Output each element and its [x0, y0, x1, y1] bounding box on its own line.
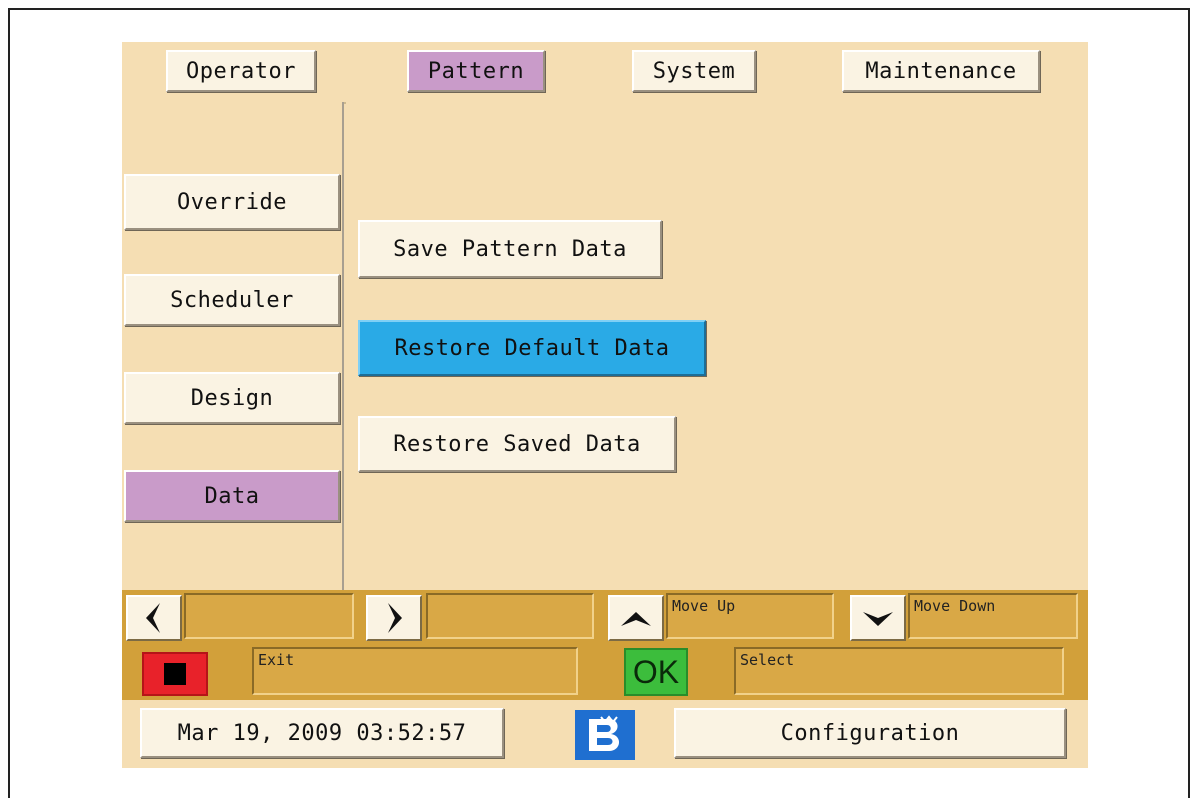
restore-saved-data-button[interactable]: Restore Saved Data — [358, 416, 676, 472]
action-bar: Exit OK Select — [122, 644, 1088, 700]
datetime-display: Mar 19, 2009 03:52:57 — [140, 708, 504, 758]
tab-maintenance[interactable]: Maintenance — [842, 50, 1040, 92]
move-left-button[interactable] — [126, 595, 182, 641]
arrow-down-icon — [863, 612, 893, 626]
right-field — [426, 593, 594, 639]
move-down-button[interactable] — [850, 595, 906, 641]
sidebar-item-scheduler[interactable]: Scheduler — [124, 274, 340, 326]
top-tab-bar: Operator Pattern System Maintenance — [122, 42, 1088, 104]
tab-operator[interactable]: Operator — [166, 50, 316, 92]
arrow-left-icon — [146, 603, 160, 633]
move-down-field: Move Down — [908, 593, 1078, 639]
select-field: Select — [734, 647, 1064, 695]
exit-field: Exit — [252, 647, 578, 695]
exit-button[interactable] — [142, 652, 208, 696]
arrow-right-icon — [388, 603, 402, 633]
sidebar: Override Scheduler Design Data — [122, 102, 344, 590]
tab-system[interactable]: System — [632, 50, 756, 92]
sidebar-item-data[interactable]: Data — [124, 470, 340, 522]
logo-glyph — [589, 715, 620, 751]
sidebar-item-override[interactable]: Override — [124, 174, 340, 230]
left-field — [184, 593, 354, 639]
restore-default-data-button[interactable]: Restore Default Data — [358, 320, 706, 376]
sidebar-item-design[interactable]: Design — [124, 372, 340, 424]
stop-icon — [164, 663, 186, 685]
arrow-up-icon — [621, 612, 651, 626]
status-bar: Mar 19, 2009 03:52:57 Configuration — [122, 700, 1088, 768]
brand-logo-icon — [575, 710, 635, 760]
hmi-screen: Operator Pattern System Maintenance Over… — [122, 42, 1088, 768]
move-up-field: Move Up — [666, 593, 834, 639]
move-right-button[interactable] — [366, 595, 422, 641]
move-up-button[interactable] — [608, 595, 664, 641]
configuration-button[interactable]: Configuration — [674, 708, 1066, 758]
navigation-bar: Move Up Move Down — [122, 590, 1088, 644]
save-pattern-data-button[interactable]: Save Pattern Data — [358, 220, 662, 278]
tab-pattern[interactable]: Pattern — [407, 50, 545, 92]
ok-button[interactable]: OK — [624, 648, 688, 696]
main-panel: Save Pattern Data Restore Default Data R… — [346, 102, 1088, 590]
